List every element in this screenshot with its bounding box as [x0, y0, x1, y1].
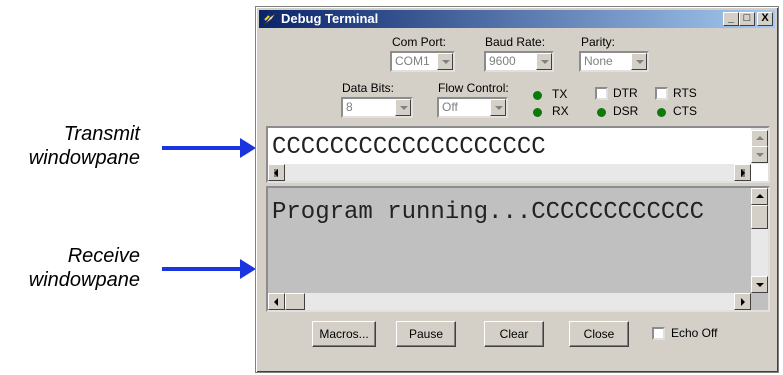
- rts-label: RTS: [673, 86, 697, 100]
- pause-button[interactable]: Pause: [396, 321, 456, 347]
- minimize-button[interactable]: _: [723, 12, 739, 26]
- flow-control-value: Off: [442, 100, 458, 114]
- close-window-button[interactable]: X: [757, 12, 773, 26]
- maximize-button[interactable]: □: [739, 12, 755, 26]
- transmit-windowpane[interactable]: CCCCCCCCCCCCCCCCCCC: [266, 126, 770, 183]
- transmit-text[interactable]: CCCCCCCCCCCCCCCCCCC: [272, 134, 546, 161]
- scroll-right-icon[interactable]: [734, 293, 751, 310]
- com-port-select[interactable]: COM1: [390, 51, 455, 72]
- transmit-annotation: Transmit windowpane: [28, 123, 140, 169]
- scroll-left-icon[interactable]: [268, 164, 285, 181]
- receive-vertical-scrollbar[interactable]: [751, 188, 768, 293]
- scroll-down-icon[interactable]: [751, 146, 768, 163]
- chevron-down-icon[interactable]: [395, 99, 411, 116]
- com-port-label: Com Port:: [392, 35, 447, 49]
- scroll-up-icon[interactable]: [751, 130, 768, 147]
- parity-label: Parity:: [581, 35, 616, 49]
- receive-windowpane[interactable]: Program running...CCCCCCCCCCCC: [266, 186, 770, 312]
- baud-rate-select[interactable]: 9600: [484, 51, 554, 72]
- scroll-right-icon[interactable]: [734, 164, 751, 181]
- chevron-down-icon[interactable]: [536, 53, 552, 70]
- dtr-label: DTR: [613, 86, 638, 100]
- title-bar[interactable]: Debug Terminal _ □ X: [259, 10, 775, 28]
- rts-checkbox[interactable]: [655, 87, 668, 100]
- page: Transmit windowpane Receive windowpane D…: [0, 0, 783, 375]
- window-title: Debug Terminal: [281, 11, 379, 26]
- scroll-left-icon[interactable]: [268, 293, 285, 310]
- chevron-down-icon[interactable]: [437, 53, 453, 70]
- dsr-label: DSR: [613, 104, 639, 118]
- receive-text[interactable]: Program running...CCCCCCCCCCCC: [272, 198, 742, 228]
- echo-off-checkbox[interactable]: [652, 327, 665, 340]
- clear-button[interactable]: Clear: [484, 321, 544, 347]
- parity-select[interactable]: None: [579, 51, 649, 72]
- cts-label: CTS: [673, 104, 697, 118]
- receive-annotation: Receive windowpane: [28, 245, 140, 291]
- receive-arrow: [162, 259, 256, 279]
- transmit-horizontal-scrollbar[interactable]: [268, 164, 751, 181]
- chevron-down-icon[interactable]: [631, 53, 647, 70]
- receive-horizontal-scrollbar[interactable]: [268, 293, 751, 310]
- data-bits-label: Data Bits:: [342, 81, 395, 95]
- app-icon: [263, 12, 277, 26]
- close-button[interactable]: Close: [569, 321, 629, 347]
- parity-value: None: [584, 54, 613, 68]
- echo-off-label: Echo Off: [671, 326, 718, 340]
- chevron-down-icon[interactable]: [490, 99, 506, 116]
- scroll-thumb[interactable]: [285, 293, 305, 310]
- com-port-value: COM1: [395, 54, 430, 68]
- scroll-up-icon[interactable]: [751, 188, 768, 205]
- debug-terminal-window: Debug Terminal _ □ X Com Port: COM1 Baud…: [255, 6, 779, 373]
- dtr-checkbox[interactable]: [595, 87, 608, 100]
- window-controls: _ □ X: [723, 12, 773, 26]
- flow-control-label: Flow Control:: [438, 81, 509, 95]
- baud-rate-value: 9600: [489, 54, 516, 68]
- tx-led-icon: [533, 91, 542, 100]
- baud-rate-label: Baud Rate:: [485, 35, 546, 49]
- rx-led-icon: [533, 108, 542, 117]
- flow-control-select[interactable]: Off: [437, 97, 508, 118]
- tx-label: TX: [552, 87, 568, 101]
- data-bits-value: 8: [346, 100, 353, 114]
- data-bits-select[interactable]: 8: [341, 97, 413, 118]
- transmit-vertical-scrollbar[interactable]: [751, 128, 768, 164]
- dsr-led-icon: [597, 108, 606, 117]
- scroll-thumb[interactable]: [751, 205, 768, 229]
- scroll-down-icon[interactable]: [751, 276, 768, 293]
- cts-led-icon: [657, 108, 666, 117]
- macros-button[interactable]: Macros...: [312, 321, 376, 347]
- transmit-arrow: [162, 138, 256, 158]
- rx-label: RX: [552, 104, 569, 118]
